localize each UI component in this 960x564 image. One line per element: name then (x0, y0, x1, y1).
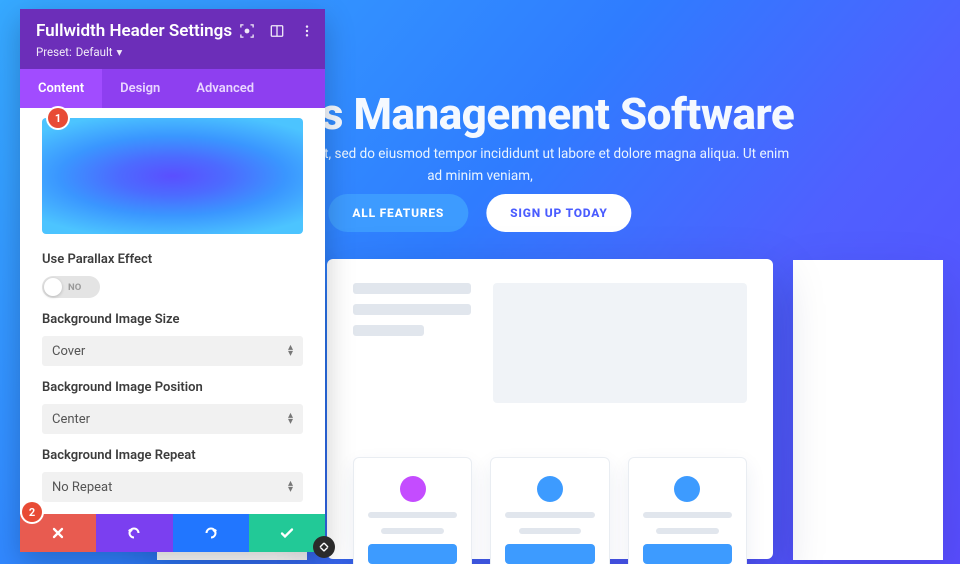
preset-selector[interactable]: Preset: Default ▾ (36, 45, 309, 59)
all-features-button[interactable]: ALL FEATURES (328, 194, 468, 232)
bg-size-label: Background Image Size (42, 312, 303, 327)
bg-size-select[interactable]: Cover ▴▾ (42, 336, 303, 366)
content-card (327, 259, 773, 559)
settings-panel: Fullwidth Header Settings Preset: Defaul… (20, 9, 325, 552)
undo-button[interactable] (96, 514, 172, 552)
tab-advanced[interactable]: Advanced (178, 69, 272, 108)
feature-card (353, 457, 472, 564)
bg-repeat-select[interactable]: No Repeat ▴▾ (42, 472, 303, 502)
redo-button[interactable] (173, 514, 249, 552)
panel-header: Fullwidth Header Settings Preset: Defaul… (20, 9, 325, 69)
feature-card (490, 457, 609, 564)
annotation-badge-1: 1 (48, 108, 68, 128)
sign-up-button[interactable]: SIGN UP TODAY (486, 194, 631, 232)
annotation-badge-2: 2 (22, 502, 42, 522)
chevron-down-icon: ▾ (117, 45, 123, 59)
parallax-toggle[interactable]: NO (42, 276, 100, 298)
select-caret-icon: ▴▾ (288, 345, 293, 357)
tab-content[interactable]: Content (20, 69, 102, 108)
focus-icon[interactable] (239, 23, 255, 39)
columns-icon[interactable] (269, 23, 285, 39)
bg-repeat-label: Background Image Repeat (42, 448, 303, 463)
background-preview[interactable] (42, 118, 303, 234)
more-icon[interactable] (299, 23, 315, 39)
tab-design[interactable]: Design (102, 69, 178, 108)
select-caret-icon: ▴▾ (288, 413, 293, 425)
feature-card (628, 457, 747, 564)
bg-position-label: Background Image Position (42, 380, 303, 395)
side-card-right (793, 260, 943, 560)
panel-tabs: Content Design Advanced (20, 69, 325, 108)
select-caret-icon: ▴▾ (288, 481, 293, 493)
resize-handle[interactable] (313, 536, 335, 558)
bg-position-select[interactable]: Center ▴▾ (42, 404, 303, 434)
parallax-label: Use Parallax Effect (42, 252, 303, 267)
panel-footer (20, 514, 325, 552)
